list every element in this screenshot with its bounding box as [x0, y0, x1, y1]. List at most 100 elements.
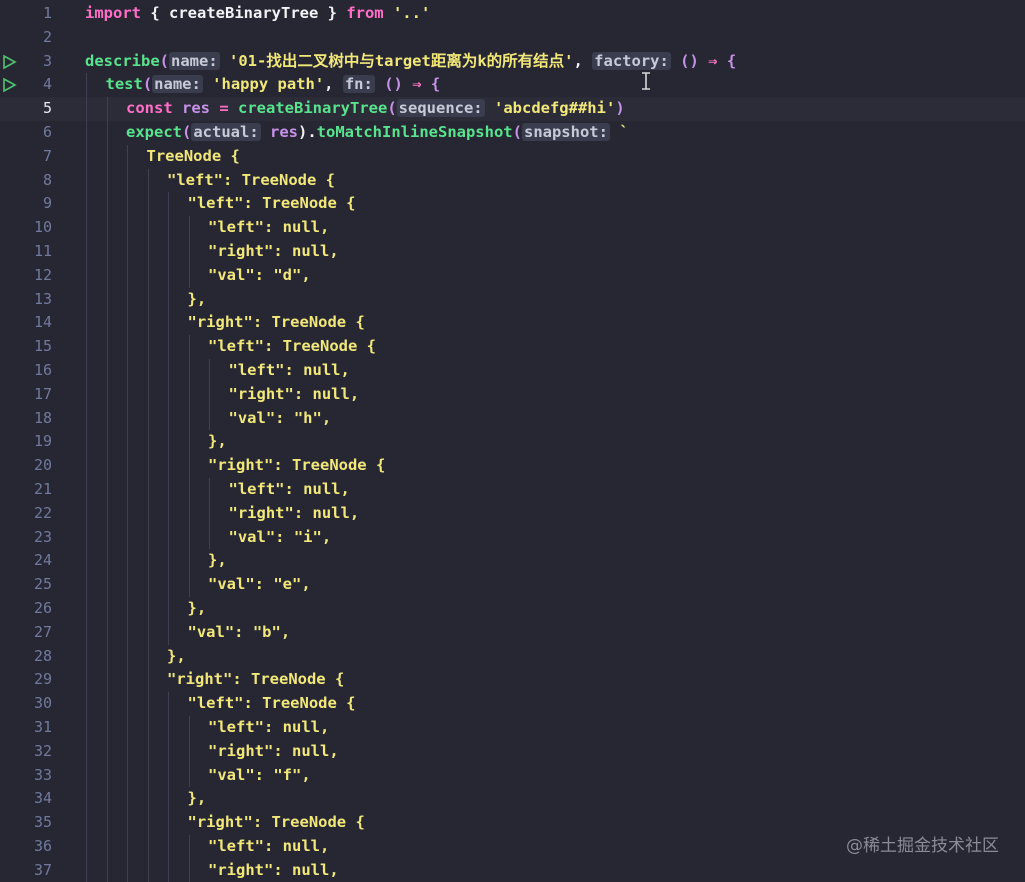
- code-line[interactable]: 7 TreeNode {: [0, 144, 1025, 169]
- code-line[interactable]: 20 "right": TreeNode {: [0, 454, 1025, 478]
- code-text: "right": null,: [85, 382, 359, 407]
- code-token: describe: [85, 51, 160, 70]
- code-line[interactable]: 14 "right": TreeNode {: [0, 311, 1025, 336]
- line-number: 32: [33, 741, 52, 760]
- indent-guide: [86, 382, 87, 407]
- indent-guide: [147, 477, 149, 502]
- code-line[interactable]: 3 describe(name: '01-找出二叉树中与target距离为k的所有…: [0, 50, 1025, 74]
- code-line[interactable]: 21 "left": null,: [0, 477, 1025, 502]
- indent-guide: [188, 454, 190, 478]
- indent-guide: [188, 216, 190, 240]
- code-token: },: [208, 432, 227, 451]
- line-number: 15: [33, 337, 52, 356]
- indent-guide: [188, 834, 190, 859]
- code-line[interactable]: 34},: [0, 787, 1025, 812]
- code-line[interactable]: 5 const res = createBinaryTree(sequence: …: [0, 97, 1025, 121]
- indent-guide: [127, 620, 128, 645]
- indent-guide: [209, 477, 210, 502]
- code-line[interactable]: 23 "val": "i",: [0, 525, 1025, 550]
- indent-guide: [86, 858, 87, 882]
- code-text: "val": "f",: [85, 763, 311, 788]
- indent-guide: [147, 430, 149, 455]
- code-line[interactable]: 13},: [0, 287, 1025, 312]
- indent-guide: [147, 168, 149, 193]
- indent-guide: [168, 858, 169, 882]
- code-line[interactable]: 26},: [0, 596, 1025, 621]
- indent-guide: [147, 216, 149, 240]
- code-text: },: [85, 549, 227, 574]
- code-line[interactable]: 11 "right": null,: [0, 239, 1025, 264]
- indent-guide: [86, 787, 87, 812]
- code-line[interactable]: 25 "val": "e",: [0, 573, 1025, 597]
- indent-guide: [106, 811, 108, 835]
- indent-guide: [168, 477, 169, 502]
- code-line[interactable]: 9 "left": TreeNode {: [0, 192, 1025, 217]
- indent-guide: [106, 430, 108, 455]
- code-line[interactable]: 27 "val": "b",: [0, 620, 1025, 645]
- code-token: expect: [126, 122, 182, 141]
- indent-guide: [86, 73, 87, 98]
- code-token: "val": "e",: [208, 575, 311, 594]
- indent-guide: [127, 144, 128, 169]
- indent-guide: [127, 763, 128, 788]
- code-text: test(name: 'happy path', fn: () ⇒ {: [85, 73, 440, 98]
- indent-guide: [168, 715, 169, 740]
- code-line[interactable]: 4 test(name: 'happy path', fn: () ⇒ {: [0, 73, 1025, 98]
- indent-guide: [147, 335, 149, 359]
- code-line[interactable]: 24},: [0, 549, 1025, 574]
- code-text: },: [85, 644, 186, 669]
- indent-guide: [86, 406, 87, 431]
- indent-guide: [127, 239, 128, 264]
- code-line[interactable]: 2: [0, 26, 1025, 50]
- code-line[interactable]: 8 "left": TreeNode {: [0, 168, 1025, 193]
- code-line[interactable]: 12 "val": "d",: [0, 263, 1025, 288]
- code-line[interactable]: 28},: [0, 644, 1025, 669]
- indent-guide: [106, 525, 108, 550]
- code-line[interactable]: 29 "right": TreeNode {: [0, 668, 1025, 693]
- indent-guide: [147, 668, 149, 693]
- code-line[interactable]: 31 "left": null,: [0, 715, 1025, 740]
- code-text: "val": "e",: [85, 573, 311, 597]
- code-token: },: [187, 789, 207, 808]
- line-number: 5: [42, 99, 52, 118]
- code-line[interactable]: 30 "left": TreeNode {: [0, 692, 1025, 716]
- code-line[interactable]: 18 "val": "h",: [0, 406, 1025, 431]
- code-line[interactable]: 15 "left": TreeNode {: [0, 335, 1025, 359]
- code-line[interactable]: 10 "left": null,: [0, 216, 1025, 240]
- indent-guide: [86, 168, 87, 193]
- code-line[interactable]: 6 expect(actual: res).toMatchInlineSnapsh…: [0, 120, 1025, 145]
- indent-guide: [106, 192, 108, 217]
- code-text: "val": "d",: [85, 263, 311, 288]
- code-line[interactable]: 1 import { createBinaryTree } from '..': [0, 2, 1025, 26]
- code-text: describe(name: '01-找出二叉树中与target距离为k的所有结…: [85, 50, 736, 74]
- indent-guide: [188, 525, 190, 550]
- code-line[interactable]: 16 "left": null,: [0, 358, 1025, 383]
- line-number: 30: [33, 694, 52, 713]
- indent-guide: [106, 358, 108, 383]
- code-token: '..': [383, 4, 431, 22]
- inlay-hint: fn:: [342, 75, 375, 94]
- indent-guide: [127, 358, 128, 383]
- code-token: "right": null,: [228, 503, 360, 522]
- code-line[interactable]: 33 "val": "f",: [0, 763, 1025, 788]
- code-line[interactable]: 37 "right": null,: [0, 858, 1025, 882]
- code-line[interactable]: 22 "right": null,: [0, 501, 1025, 526]
- indent-guide: [127, 668, 128, 693]
- line-number: 37: [33, 860, 52, 879]
- indent-guide: [86, 692, 87, 716]
- code-token: {: [726, 51, 737, 70]
- code-text: "left": TreeNode {: [85, 692, 355, 716]
- line-number: 16: [33, 360, 52, 379]
- indent-guide: [86, 454, 87, 478]
- code-line[interactable]: 32 "right": null,: [0, 739, 1025, 764]
- code-line[interactable]: 17 "right": null,: [0, 382, 1025, 407]
- indent-guide: [147, 239, 149, 264]
- indent-guide: [188, 573, 190, 597]
- indent-guide: [147, 644, 149, 669]
- code-editor[interactable]: 1 import { createBinaryTree } from '..' 2 3…: [0, 2, 1025, 882]
- indent-guide: [86, 644, 87, 669]
- code-token: 'happy path': [202, 75, 325, 94]
- code-token: "right": TreeNode {: [167, 670, 345, 689]
- code-line[interactable]: 19},: [0, 430, 1025, 455]
- code-token: (): [680, 51, 699, 70]
